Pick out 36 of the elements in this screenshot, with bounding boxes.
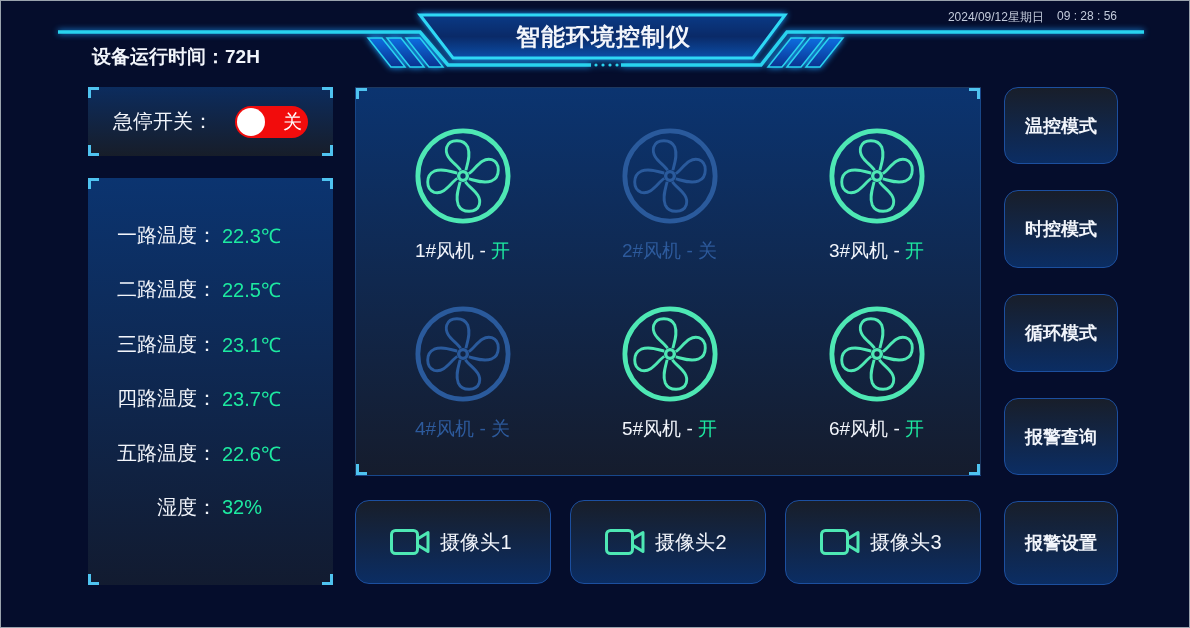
runtime-text: 设备运行时间：72H	[92, 45, 260, 69]
fan-label: 1#风机 - 开	[415, 239, 510, 263]
video-camera-icon	[390, 528, 431, 556]
mode-button[interactable]: 报警设置	[1004, 501, 1118, 585]
camera-button[interactable]: 摄像头1	[355, 500, 551, 584]
fan-label: 6#风机 - 开	[829, 417, 924, 441]
time-text: 09 : 28 : 56	[1056, 9, 1117, 25]
sensor-value: 22.3℃	[222, 223, 281, 249]
date-text: 2024/09/12星期日	[947, 9, 1044, 26]
sensor-label: 五路温度：	[117, 440, 217, 466]
switch-label: 急停开关：	[113, 109, 213, 134]
fan-label: 5#风机 - 开	[622, 417, 717, 441]
fan-label: 2#风机 - 关	[622, 239, 717, 263]
sensor-value: 23.1℃	[222, 332, 281, 358]
sensor-value: 22.5℃	[222, 278, 281, 304]
camera-button[interactable]: 摄像头2	[570, 500, 766, 584]
mode-button[interactable]: 报警查询	[1004, 398, 1118, 475]
mode-button[interactable]: 时控模式	[1004, 190, 1118, 268]
fan-label: 3#风机 - 开	[829, 239, 924, 263]
app-title: 智能环境控制仪	[515, 22, 691, 52]
toggle-switch[interactable]: 关	[235, 105, 308, 138]
sensor-label: 四路温度：	[117, 386, 217, 412]
sensor-value: 23.7℃	[222, 387, 281, 413]
mode-button[interactable]: 循环模式	[1004, 294, 1118, 372]
sensor-label: 二路温度：	[117, 277, 217, 303]
camera-button[interactable]: 摄像头3	[785, 500, 981, 584]
sensor-label: 湿度：	[157, 495, 217, 521]
video-camera-icon	[605, 528, 646, 556]
video-camera-icon	[820, 528, 861, 556]
sensor-label: 一路温度：	[117, 222, 217, 248]
sensor-label: 三路温度：	[117, 331, 217, 357]
switch-knob[interactable]	[237, 107, 265, 136]
sensor-value: 32%	[222, 496, 263, 520]
fan-label: 4#风机 - 关	[415, 417, 510, 441]
sensor-value: 22.6℃	[222, 441, 281, 467]
mode-button[interactable]: 温控模式	[1004, 87, 1118, 164]
